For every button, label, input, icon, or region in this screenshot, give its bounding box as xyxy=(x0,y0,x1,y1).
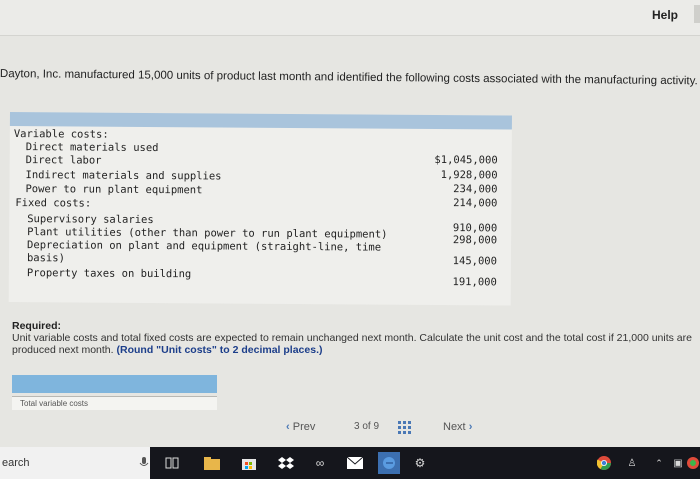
people-icon[interactable]: ♙ xyxy=(624,455,640,471)
required-text: Unit variable costs and total fixed cost… xyxy=(12,332,692,356)
row-amount: 145,000 xyxy=(452,255,498,268)
table-row: basis) 145,000 xyxy=(9,252,511,269)
row-amount: 234,000 xyxy=(453,183,498,196)
page-current: 3 xyxy=(354,421,360,432)
taskbar: earch ∞ ⚙ ♙ ⌃ ▣ xyxy=(0,447,700,479)
row-label: basis) xyxy=(26,252,65,265)
prev-label: Prev xyxy=(292,421,316,433)
required-section: Required: Unit variable costs and total … xyxy=(12,320,692,356)
next-button[interactable]: Next › xyxy=(443,421,472,433)
store-icon[interactable] xyxy=(241,455,257,471)
row-label: Direct materials used xyxy=(25,141,159,155)
row-amount: 214,000 xyxy=(453,197,498,210)
row-amount: 1,928,000 xyxy=(440,169,498,182)
chevron-up-icon[interactable]: ⌃ xyxy=(651,455,667,471)
problem-statement: Dayton, Inc. manufactured 15,000 units o… xyxy=(0,68,698,88)
table-row: Property taxes on building 191,000 xyxy=(9,267,511,288)
table-row: Fixed costs: 214,000 xyxy=(9,197,511,214)
answer-tab-bar[interactable] xyxy=(12,375,217,393)
grid-icon[interactable] xyxy=(398,421,411,437)
pagination: ‹ Prev 3 of 9 Next › xyxy=(0,419,700,439)
edge-browser-icon[interactable] xyxy=(378,452,400,474)
row-amount: $1,045,000 xyxy=(434,153,498,167)
settings-icon[interactable]: ⚙ xyxy=(412,455,428,471)
file-explorer-icon[interactable] xyxy=(204,455,220,471)
required-title: Required: xyxy=(12,320,62,332)
network-icon[interactable]: ▣ xyxy=(670,455,686,471)
fixed-costs-header: Fixed costs: xyxy=(15,197,92,210)
row-label: Direct labor xyxy=(25,154,102,167)
taskbar-search-input[interactable]: earch xyxy=(0,447,150,479)
chevron-left-icon: ‹ xyxy=(286,421,290,433)
mail-icon[interactable] xyxy=(347,455,363,471)
table-row: Direct labor $1,045,000 xyxy=(10,154,512,171)
row-amount: 191,000 xyxy=(452,276,497,289)
total-variable-costs-label: Total variable costs xyxy=(12,396,217,410)
task-view-icon[interactable] xyxy=(164,455,180,471)
variable-costs-header: Variable costs: xyxy=(13,128,109,141)
row-label: Depreciation on plant and equipment (str… xyxy=(27,239,382,254)
help-edge xyxy=(694,5,700,23)
page-total: 9 xyxy=(373,421,380,432)
row-label: Property taxes on building xyxy=(26,267,192,281)
microphone-icon[interactable] xyxy=(136,455,152,471)
rounding-note: (Round "Unit costs" to 2 decimal places.… xyxy=(116,344,323,356)
row-label: Plant utilities (other than power to run… xyxy=(27,226,388,241)
page-indicator: 3 of 9 xyxy=(354,421,379,432)
chrome-icon[interactable] xyxy=(596,455,612,471)
row-label: Indirect materials and supplies xyxy=(25,169,222,183)
infinity-icon[interactable]: ∞ xyxy=(312,455,328,471)
row-label: Supervisory salaries xyxy=(27,213,154,227)
next-label: Next xyxy=(443,421,466,433)
dropbox-icon[interactable] xyxy=(278,455,294,471)
table-header-bar xyxy=(9,112,512,130)
cost-table: Variable costs: Direct materials used Di… xyxy=(8,112,512,306)
top-bar: Help xyxy=(0,0,700,36)
color-app-icon[interactable] xyxy=(686,455,700,471)
chevron-right-icon: › xyxy=(468,421,473,433)
page-of: of xyxy=(362,421,371,432)
required-instructions: Unit variable costs and total fixed cost… xyxy=(12,332,692,356)
help-button[interactable]: Help xyxy=(644,5,686,25)
prev-button[interactable]: ‹ Prev xyxy=(286,421,315,433)
row-label: Power to run plant equipment xyxy=(25,183,203,197)
